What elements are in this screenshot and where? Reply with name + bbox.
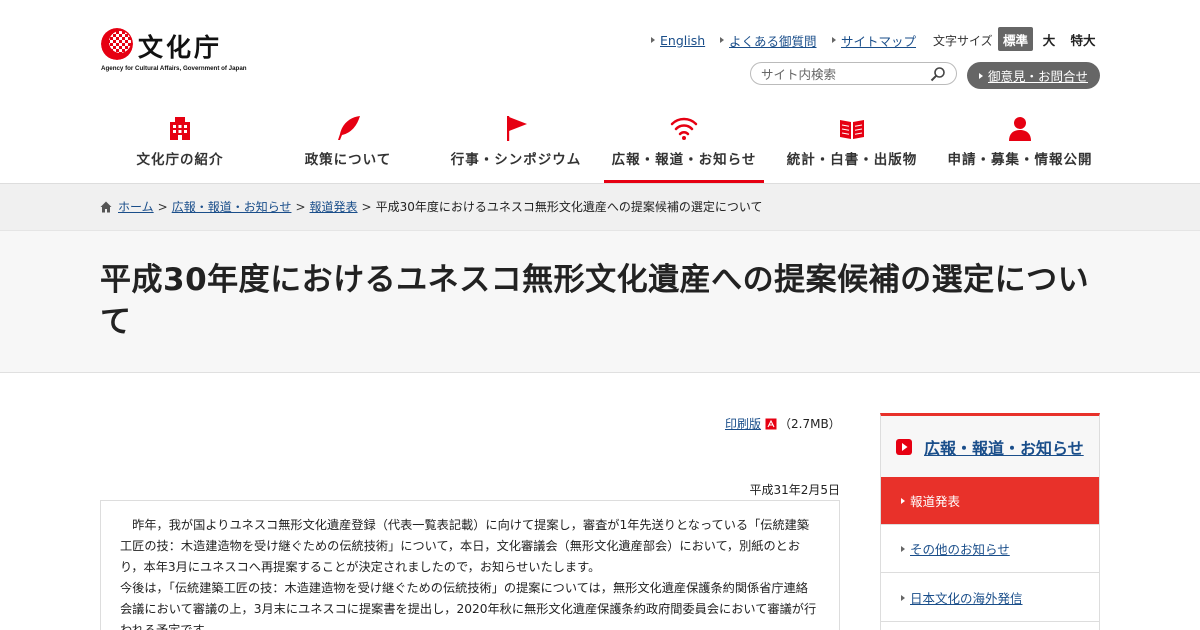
logo-mark-icon — [101, 28, 133, 60]
side-nav-item-overseas[interactable]: 日本文化の海外発信 — [881, 574, 1099, 622]
breadcrumb-bar: ホーム > 広報・報道・お知らせ > 報道発表 > 平成30年度におけるユネスコ… — [0, 183, 1200, 230]
print-version-link[interactable]: 印刷版 — [725, 415, 761, 432]
font-size-label: 文字サイズ — [933, 34, 993, 48]
publish-date: 平成31年2月5日 — [749, 483, 840, 497]
article-body: 昨年，我が国よりユネスコ無形文化遺産登録（代表一覧表記載）に向けて提案し，審査が… — [100, 500, 840, 630]
nav-item-press[interactable]: 広報・報道・お知らせ — [604, 108, 764, 183]
building-icon — [170, 117, 190, 140]
english-link[interactable]: English — [651, 30, 705, 50]
breadcrumb: ホーム > 広報・報道・お知らせ > 報道発表 > 平成30年度におけるユネスコ… — [100, 198, 763, 215]
search-input[interactable] — [761, 65, 926, 83]
triangle-right-icon — [978, 72, 983, 79]
breadcrumb-release-link[interactable]: 報道発表 — [310, 198, 358, 215]
site-logo[interactable]: 文化庁 Agency for Cultural Affairs, Governm… — [101, 28, 251, 74]
font-size-large-button[interactable]: 大 — [1039, 27, 1059, 51]
breadcrumb-home-link[interactable]: ホーム — [118, 198, 154, 215]
flag-icon — [507, 116, 527, 141]
search-icon[interactable] — [930, 66, 946, 82]
side-nav-item-press-release[interactable]: 報道発表 — [881, 477, 1099, 525]
global-nav: 文化庁の紹介 政策について 行事・シンポジウム 広報・報道・お知らせ 統計・白書… — [100, 108, 1100, 183]
play-circle-icon — [896, 438, 912, 455]
person-icon — [1009, 117, 1031, 141]
breadcrumb-current: 平成30年度におけるユネスコ無形文化遺産への提案候補の選定について — [375, 200, 763, 214]
breadcrumb-separator: > — [157, 199, 168, 214]
font-size-standard-button[interactable]: 標準 — [998, 27, 1033, 51]
article-paragraph: 今後は，「伝統建築工匠の技：木造建造物を受け継ぐための伝統技術」の提案については… — [120, 581, 817, 630]
search-box — [750, 62, 957, 85]
triangle-right-icon — [901, 594, 905, 601]
wifi-icon — [670, 117, 698, 140]
triangle-right-icon — [901, 497, 905, 504]
sitemap-link[interactable]: サイトマップ — [832, 30, 916, 50]
nav-item-events[interactable]: 行事・シンポジウム — [436, 108, 596, 183]
nav-item-policy[interactable]: 政策について — [268, 108, 428, 183]
nav-item-about[interactable]: 文化庁の紹介 — [100, 108, 260, 183]
triangle-right-icon — [901, 545, 905, 552]
side-nav: 広報・報道・お知らせ 報道発表 その他のお知らせ 日本文化の海外発信 — [880, 413, 1100, 630]
triangle-right-icon — [651, 37, 655, 43]
opinion-contact-button[interactable]: 御意見・お問合せ — [967, 62, 1100, 89]
print-file-size: （2.7MB） — [779, 417, 841, 431]
feather-icon — [338, 116, 360, 140]
article-paragraph: 昨年，我が国よりユネスコ無形文化遺産登録（代表一覧表記載）に向けて提案し，審査が… — [120, 518, 810, 574]
title-band: 平成30年度におけるユネスコ無形文化遺産への提案候補の選定について — [0, 230, 1200, 373]
triangle-right-icon — [720, 37, 724, 43]
side-nav-item-other-notices[interactable]: その他のお知らせ — [881, 525, 1099, 573]
logo-text: 文化庁 — [138, 33, 223, 62]
side-nav-heading-link[interactable]: 広報・報道・お知らせ — [924, 435, 1084, 459]
nav-item-publications[interactable]: 統計・白書・出版物 — [772, 108, 932, 183]
book-icon — [840, 120, 864, 139]
faq-link[interactable]: よくある御質問 — [720, 30, 817, 50]
pdf-icon — [765, 418, 777, 429]
triangle-right-icon — [832, 37, 836, 43]
nav-item-applications[interactable]: 申請・募集・情報公開 — [940, 108, 1100, 183]
logo-subtitle: Agency for Cultural Affairs, Government … — [101, 65, 247, 72]
breadcrumb-separator: > — [361, 199, 372, 214]
home-icon — [100, 201, 112, 212]
breadcrumb-separator: > — [295, 199, 306, 214]
print-version: 印刷版 （2.7MB） — [725, 415, 841, 432]
side-nav-heading: 広報・報道・お知らせ — [881, 416, 1099, 477]
font-size-xlarge-button[interactable]: 特大 — [1066, 27, 1100, 51]
site-header: 文化庁 Agency for Cultural Affairs, Governm… — [0, 0, 1200, 183]
breadcrumb-press-link[interactable]: 広報・報道・お知らせ — [172, 198, 292, 215]
page-title: 平成30年度におけるユネスコ無形文化遺産への提案候補の選定について — [100, 262, 1090, 340]
